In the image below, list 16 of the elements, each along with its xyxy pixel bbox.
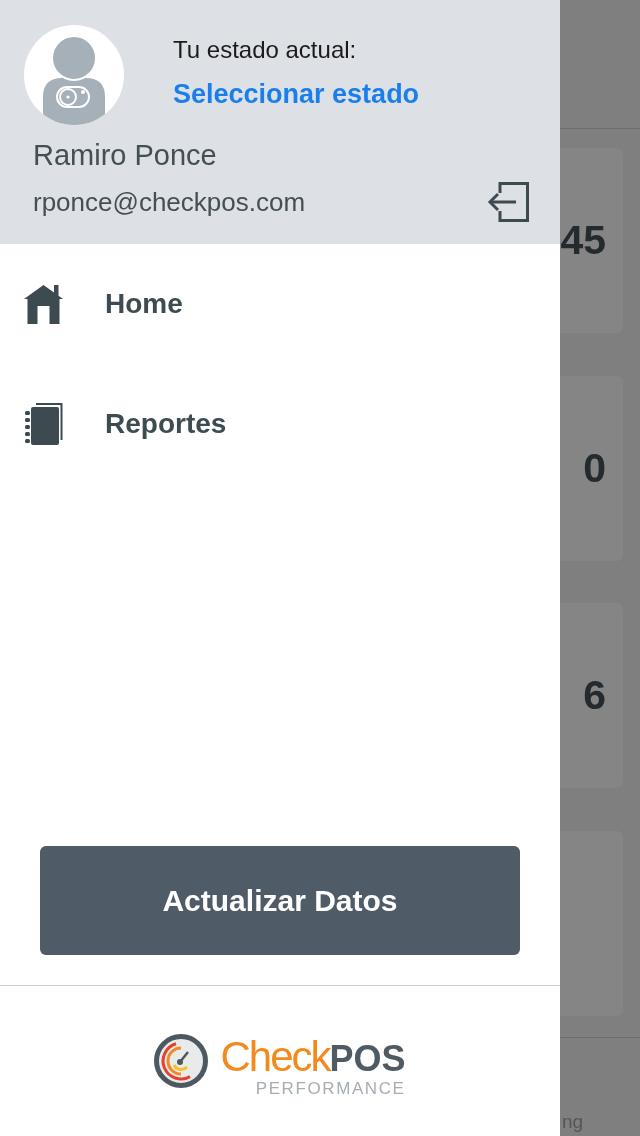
logo-tagline: PERFORMANCE	[255, 1080, 406, 1098]
avatar-icon	[24, 25, 124, 125]
update-data-button[interactable]: Actualizar Datos	[40, 846, 520, 955]
stat-value: 6	[583, 675, 606, 717]
status-label: Tu estado actual:	[173, 35, 357, 65]
user-name: Ramiro Ponce	[33, 138, 217, 172]
home-icon	[24, 284, 64, 324]
stat-value: 0	[583, 447, 606, 489]
user-email: rponce@checkpos.com	[33, 187, 306, 217]
stat-value: 45	[560, 220, 606, 261]
logout-icon[interactable]	[487, 182, 529, 222]
menu-item[interactable]: Reportes	[0, 364, 560, 484]
menu-item[interactable]: Home	[0, 244, 560, 364]
gauge-logo-icon	[154, 1034, 209, 1088]
notebook-icon	[25, 403, 63, 445]
logo-wordmark: CheckPOS	[220, 1036, 406, 1080]
